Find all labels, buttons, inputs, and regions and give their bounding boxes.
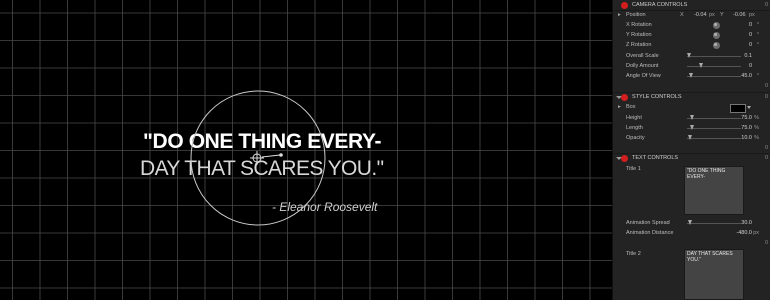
- y-rotation-value[interactable]: 0: [749, 31, 752, 40]
- z-rotation-dial-icon[interactable]: [713, 42, 720, 49]
- opacity-slider-knob[interactable]: [688, 135, 692, 140]
- height-slider[interactable]: [687, 115, 741, 120]
- disclosure-triangle-icon[interactable]: ▸: [618, 103, 621, 112]
- overall-scale-slider[interactable]: [687, 53, 741, 58]
- camera-controls-reset-icon[interactable]: [621, 2, 628, 9]
- text-controls-title: TEXT CONTROLS: [632, 155, 679, 161]
- angle-of-view-label: Angle Of View: [626, 73, 661, 79]
- height-row: Height 75.0 %: [613, 114, 770, 123]
- position-y-unit: px: [749, 12, 755, 18]
- length-slider[interactable]: [687, 125, 741, 130]
- position-label: Position: [626, 12, 646, 18]
- dolly-amount-value[interactable]: 0: [749, 62, 752, 71]
- style-controls-end-value: 0: [764, 145, 768, 151]
- text-controls-reset-icon[interactable]: [621, 155, 628, 162]
- angle-of-view-value[interactable]: 45.0: [741, 72, 752, 81]
- y-rotation-unit: °: [756, 32, 759, 38]
- z-rotation-value[interactable]: 0: [749, 41, 752, 50]
- height-unit: %: [754, 115, 759, 121]
- style-controls-end-row: 0: [613, 144, 770, 153]
- length-slider-knob[interactable]: [690, 125, 694, 130]
- opacity-unit: %: [754, 135, 759, 141]
- position-y-label: Y: [720, 12, 724, 18]
- transform-gizmo[interactable]: [0, 0, 612, 300]
- position-x-unit: px: [709, 12, 715, 18]
- style-controls-reset-icon[interactable]: [621, 94, 628, 101]
- y-rotation-dial-icon[interactable]: [713, 32, 720, 39]
- dolly-amount-row: Dolly Amount 0: [613, 62, 770, 71]
- opacity-row: Opacity 10.0 %: [613, 134, 770, 143]
- title-1-text-field[interactable]: "DO ONE THING EVERY-: [684, 166, 744, 215]
- style-controls-title: STYLE CONTROLS: [632, 94, 682, 100]
- length-value[interactable]: 75.0: [741, 124, 752, 133]
- box-color-swatch[interactable]: [730, 104, 746, 113]
- overall-scale-label: Overall Scale: [626, 53, 659, 59]
- animation-distance-value[interactable]: -480.0: [736, 229, 752, 238]
- animation-spread-label: Animation Spread: [626, 220, 670, 226]
- camera-controls-header[interactable]: CAMERA CONTROLS 0: [613, 1, 770, 10]
- z-rotation-label: Z Rotation: [626, 42, 652, 48]
- height-slider-knob[interactable]: [690, 115, 694, 120]
- animation-spread-row: Animation Spread 30.0: [613, 219, 770, 228]
- length-row: Length 75.0 %: [613, 124, 770, 133]
- title-1-label: Title 1: [626, 166, 641, 172]
- y-rotation-label: Y Rotation: [626, 32, 652, 38]
- text-controls-value: 0: [764, 155, 768, 161]
- position-x-label: X: [680, 12, 684, 18]
- x-rotation-row: X Rotation 0 °: [613, 21, 770, 30]
- y-rotation-row: Y Rotation 0 °: [613, 31, 770, 40]
- angle-of-view-slider-knob[interactable]: [689, 73, 693, 78]
- box-row: ▸ Box: [613, 103, 770, 113]
- box-color-dropdown-icon[interactable]: [747, 106, 751, 109]
- text-controls-end-value: 0: [764, 240, 768, 246]
- angle-of-view-slider[interactable]: [687, 73, 741, 78]
- animation-spread-slider[interactable]: [687, 220, 741, 225]
- angle-of-view-unit: °: [756, 73, 759, 79]
- animation-distance-unit: px: [753, 230, 759, 236]
- text-controls-header[interactable]: TEXT CONTROLS 0: [613, 154, 770, 163]
- z-rotation-row: Z Rotation 0 °: [613, 41, 770, 50]
- inspector-panel: CAMERA CONTROLS 0 ▸ Position X -0.04 px …: [612, 0, 770, 300]
- height-value[interactable]: 75.0: [741, 114, 752, 123]
- overall-scale-row: Overall Scale 0.1: [613, 52, 770, 61]
- title-2-text-field[interactable]: DAY THAT SCARES YOU.": [684, 249, 744, 300]
- box-label: Box: [626, 104, 636, 110]
- length-unit: %: [754, 125, 759, 131]
- height-label: Height: [626, 115, 642, 121]
- z-rotation-unit: °: [756, 42, 759, 48]
- overall-scale-value[interactable]: 0.1: [744, 52, 752, 61]
- angle-of-view-row: Angle Of View 45.0 °: [613, 72, 770, 81]
- camera-controls-end-value: 0: [764, 83, 768, 89]
- dolly-amount-slider-knob[interactable]: [699, 63, 703, 68]
- camera-controls-end-row: 0: [613, 82, 770, 91]
- position-y-value[interactable]: -0.06: [733, 11, 746, 20]
- disclosure-triangle-icon[interactable]: ▸: [618, 11, 621, 20]
- title-2-label: Title 2: [626, 251, 641, 257]
- x-rotation-dial-icon[interactable]: [713, 22, 720, 29]
- position-handle: [261, 154, 281, 158]
- opacity-value[interactable]: 10.0: [741, 134, 752, 143]
- style-controls-value: 0: [764, 94, 768, 100]
- style-controls-header[interactable]: STYLE CONTROLS 0: [613, 93, 770, 102]
- text-controls-end-row: 0: [613, 239, 770, 248]
- animation-distance-label: Animation Distance: [626, 230, 674, 236]
- position-row: ▸ Position X -0.04 px Y -0.06 px: [613, 11, 770, 20]
- opacity-slider[interactable]: [687, 135, 741, 140]
- dolly-amount-label: Dolly Amount: [626, 63, 659, 69]
- x-rotation-label: X Rotation: [626, 22, 652, 28]
- position-handle-knob: [279, 153, 283, 157]
- opacity-label: Opacity: [626, 135, 645, 141]
- animation-distance-row: Animation Distance -480.0 px: [613, 229, 770, 238]
- position-x-value[interactable]: -0.04: [694, 11, 707, 20]
- camera-controls-title: CAMERA CONTROLS: [632, 2, 688, 8]
- animation-spread-value[interactable]: 30.0: [741, 219, 752, 228]
- animation-spread-slider-knob[interactable]: [688, 220, 692, 225]
- camera-controls-value: 0: [764, 2, 768, 8]
- dolly-amount-slider[interactable]: [687, 63, 741, 68]
- x-rotation-value[interactable]: 0: [749, 21, 752, 30]
- overall-scale-slider-knob[interactable]: [687, 53, 691, 58]
- x-rotation-unit: °: [756, 22, 759, 28]
- canvas-viewer[interactable]: "DO ONE THING EVERY- DAY THAT SCARES YOU…: [0, 0, 612, 300]
- length-label: Length: [626, 125, 643, 131]
